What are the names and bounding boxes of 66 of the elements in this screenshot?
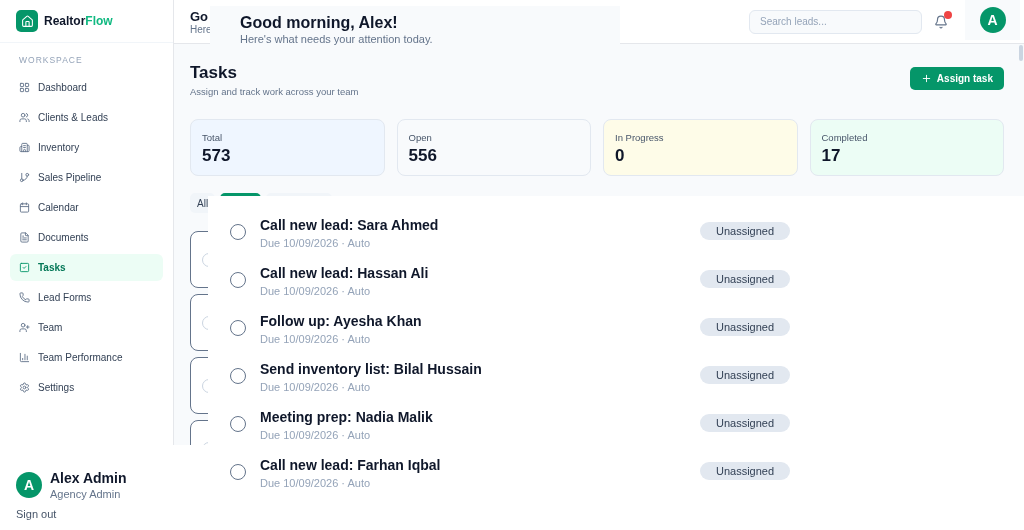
stat-value: 17 (821, 146, 842, 166)
user-plus-icon (19, 322, 30, 333)
stat-label: Open (408, 132, 433, 143)
page-subtitle: Assign and track work across your team (190, 86, 359, 97)
scrollbar-thumb[interactable] (1019, 45, 1023, 61)
task-title: Follow up: Ayesha Khan (260, 312, 423, 330)
assignee-tag: Unassigned (700, 222, 790, 240)
user-role: Agency Admin (50, 488, 122, 500)
assignee-tag: Unassigned (700, 462, 790, 480)
task-meta: Due 10/09/2026 · Auto (260, 477, 372, 489)
stat-label: Total (202, 132, 224, 143)
users-icon (19, 112, 30, 123)
building-icon (19, 142, 30, 153)
assignee-tag: Unassigned (700, 414, 790, 432)
header-subtitle: Here (190, 23, 212, 35)
task-title: Call new lead: Hassan Ali (260, 264, 430, 282)
stat-label: Completed (821, 132, 869, 143)
greeting-title: Good morning, Alex! (240, 14, 399, 32)
branch-icon (19, 172, 30, 183)
task-title: Send inventory list: Bilal Hussain (260, 360, 483, 378)
assign-task-button[interactable]: Assign task (909, 67, 1004, 90)
user-avatar: A (16, 472, 42, 498)
bar-chart-icon (19, 352, 30, 363)
phone-icon (19, 292, 30, 303)
header-title: Go (190, 8, 210, 24)
stat-value: 573 (202, 146, 232, 166)
sidebar-item[interactable]: Team Performance (10, 344, 163, 371)
stat-value: 556 (408, 146, 438, 166)
avatar[interactable]: A (979, 7, 1006, 33)
task-title: Call new lead: Sara Ahmed (260, 216, 440, 234)
task-title: Meeting prep: Nadia Malik (260, 408, 434, 426)
sidebar-item[interactable]: Sales Pipeline (10, 164, 163, 191)
calendar-icon (19, 202, 30, 213)
stat-label: In Progress (615, 132, 665, 143)
section-label: WORKSPACE (18, 54, 84, 67)
search-field[interactable]: Search leads... (749, 9, 922, 34)
sidebar-item[interactable]: Settings (10, 374, 163, 401)
brand-name: RealtorFlow (44, 14, 113, 28)
task-meta: Due 10/09/2026 · Auto (260, 285, 372, 297)
stat-value: 0 (615, 146, 626, 166)
assignee-tag: Unassigned (700, 318, 790, 336)
task-meta: Due 10/09/2026 · Auto (260, 381, 372, 393)
page-title: Tasks (190, 63, 238, 83)
task-meta: Due 10/09/2026 · Auto (260, 429, 372, 441)
document-icon (19, 232, 30, 243)
grid-icon (19, 82, 30, 93)
sidebar-item[interactable]: Inventory (10, 134, 163, 161)
assignee-tag: Unassigned (700, 270, 790, 288)
plus-icon (920, 73, 932, 84)
sign-out-link[interactable]: Sign out (16, 508, 57, 520)
settings-icon (19, 382, 30, 393)
logo-icon (16, 10, 38, 32)
sidebar-item[interactable]: Lead Forms (10, 284, 163, 311)
sidebar-item[interactable]: Tasks (10, 254, 163, 281)
task-meta: Due 10/09/2026 · Auto (260, 333, 372, 345)
user-name: Alex Admin (50, 470, 127, 486)
sidebar-item[interactable]: Calendar (10, 194, 163, 221)
sidebar-item[interactable]: Dashboard (10, 74, 163, 101)
assignee-tag: Unassigned (700, 366, 790, 384)
task-meta: Due 10/09/2026 · Auto (260, 237, 372, 249)
sidebar-item[interactable]: Team (10, 314, 163, 341)
sidebar-item[interactable]: Documents (10, 224, 163, 251)
task-title: Call new lead: Farhan Iqbal (260, 456, 442, 474)
sidebar-item[interactable]: Clients & Leads (10, 104, 163, 131)
checkbox-icon (19, 262, 30, 273)
greeting-subtitle: Here's what needs your attention today. (240, 33, 434, 45)
